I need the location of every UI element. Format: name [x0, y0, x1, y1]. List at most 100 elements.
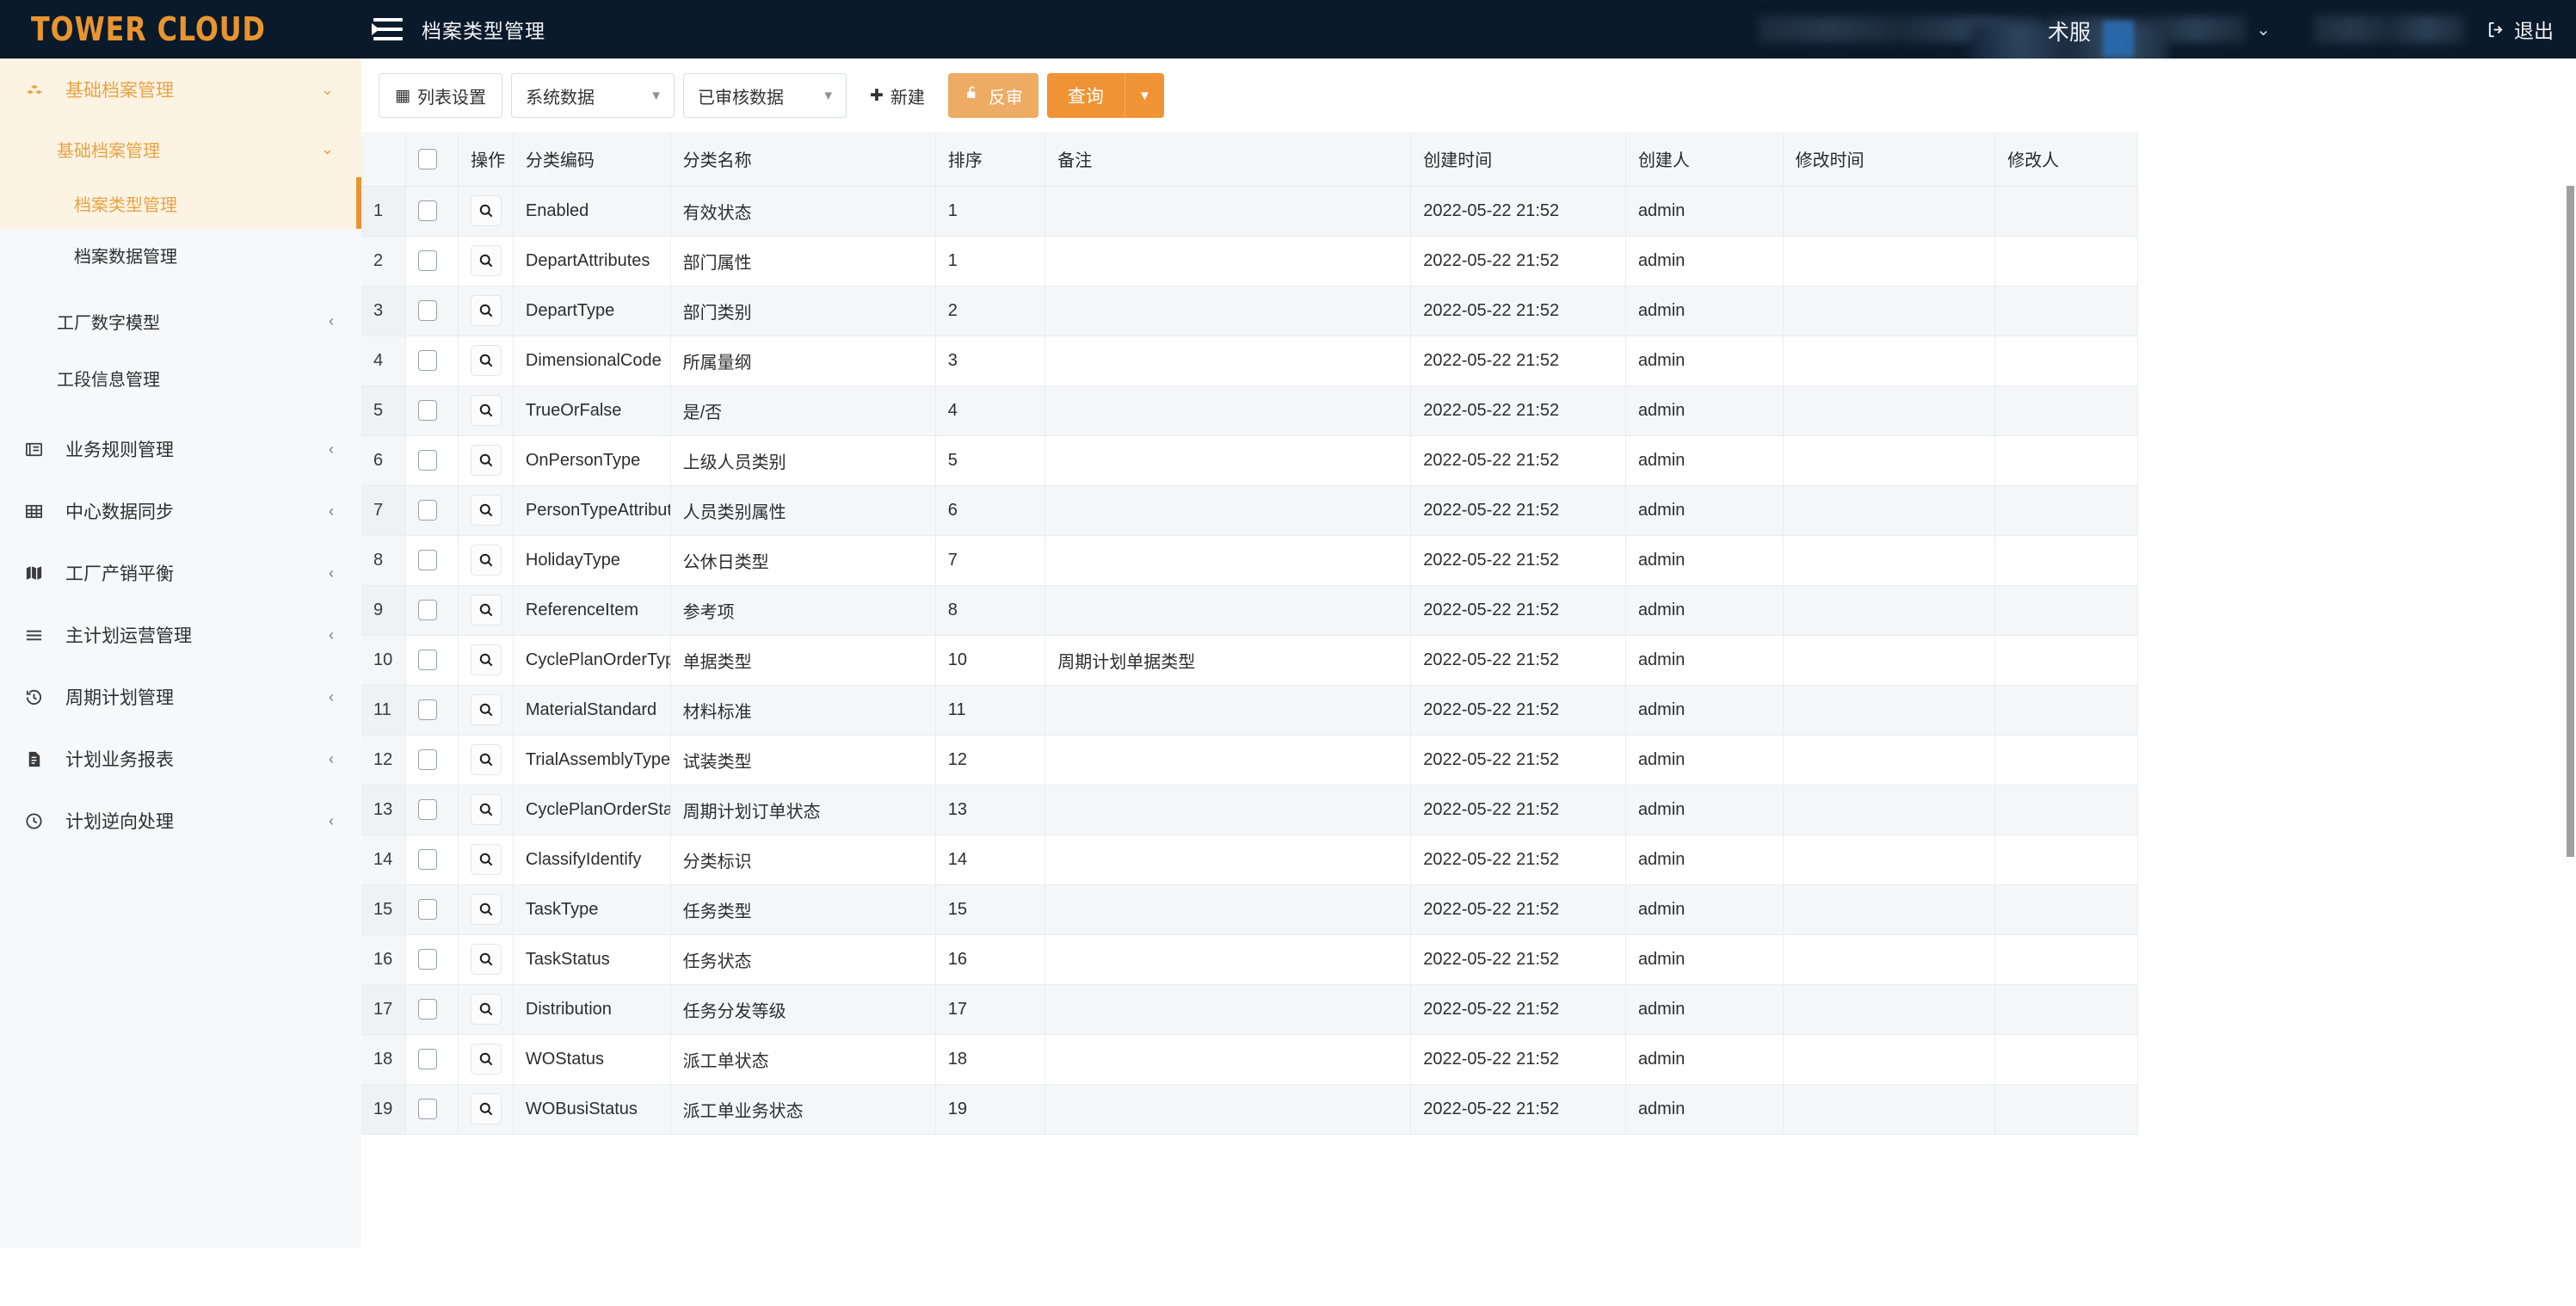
row-select-cell[interactable] — [405, 435, 459, 486]
select-all-checkbox[interactable] — [417, 148, 437, 169]
sidebar-item-master-plan-ops[interactable]: 主计划运营管理 ‹ — [0, 604, 361, 666]
sidebar-item-business-rules[interactable]: 业务规则管理 ‹ — [0, 418, 361, 480]
row-select-cell[interactable] — [405, 934, 459, 985]
sidebar-group-basic-archive[interactable]: 基础档案管理 ⌄ — [0, 59, 361, 120]
table-row[interactable]: 9 ReferenceItem 参考项 8 2022-05-22 21:52 admin — [361, 585, 2138, 636]
row-action-cell[interactable] — [458, 735, 514, 785]
view-detail-button[interactable] — [471, 594, 502, 625]
row-action-cell[interactable] — [458, 835, 514, 885]
unaudit-button[interactable]: 反审 — [947, 73, 1038, 118]
row-checkbox[interactable] — [417, 300, 437, 321]
row-select-cell[interactable] — [405, 385, 459, 436]
row-action-cell[interactable] — [458, 934, 514, 985]
row-checkbox[interactable] — [417, 999, 437, 1020]
row-checkbox[interactable] — [417, 550, 437, 570]
sidebar-item-plan-reverse-process[interactable]: 计划逆向处理 ‹ — [0, 790, 361, 852]
sidebar-item-workshop-info-mgmt[interactable]: 工段信息管理 — [0, 349, 361, 406]
view-detail-button[interactable] — [471, 295, 502, 326]
row-checkbox[interactable] — [417, 849, 437, 870]
row-checkbox[interactable] — [417, 899, 437, 920]
row-action-cell[interactable] — [458, 435, 514, 486]
row-action-cell[interactable] — [458, 984, 514, 1035]
view-detail-button[interactable] — [471, 894, 502, 925]
sidebar-item-factory-digital-model[interactable]: 工厂数字模型 ‹ — [0, 293, 361, 349]
table-row[interactable]: 13CyclePlanOrderStatus周期计划订单状态132022-05-… — [361, 785, 2138, 835]
view-detail-button[interactable] — [471, 1093, 502, 1124]
row-select-cell[interactable] — [405, 635, 459, 686]
sidebar-item-archive-data-mgmt[interactable]: 档案数据管理 — [0, 229, 361, 280]
view-detail-button[interactable] — [471, 794, 502, 825]
new-button[interactable]: ✚ 新建 — [854, 73, 940, 118]
row-action-cell[interactable] — [458, 585, 514, 636]
table-row[interactable]: 5 TrueOrFalse 是/否 4 2022-05-22 21:52 admin — [361, 385, 2138, 436]
sidebar-subgroup-basic-archive[interactable]: 基础档案管理 ⌄ — [0, 120, 361, 177]
view-detail-button[interactable] — [471, 694, 502, 725]
row-action-cell[interactable] — [458, 785, 514, 835]
view-detail-button[interactable] — [471, 195, 502, 226]
col-remark[interactable]: 备注 — [1045, 132, 1412, 187]
row-action-cell[interactable] — [458, 485, 514, 536]
table-vertical-scrollbar[interactable] — [2565, 186, 2576, 1306]
sidebar-item-center-data-sync[interactable]: 中心数据同步 ‹ — [0, 480, 361, 542]
table-row[interactable]: 2 DepartAttributes 部门属性 1 2022-05-22 21:52 ad… — [361, 236, 2138, 286]
row-action-cell[interactable] — [458, 1084, 514, 1135]
row-action-cell[interactable] — [458, 186, 514, 237]
row-checkbox[interactable] — [417, 799, 437, 820]
table-row[interactable]: 6 OnPersonType 上级人员类别 5 2022-05-22 21:52 admi… — [361, 435, 2138, 486]
row-checkbox[interactable] — [417, 250, 437, 271]
logout-button[interactable]: 退出 — [2487, 15, 2554, 44]
row-action-cell[interactable] — [458, 1034, 514, 1085]
table-row[interactable]: 18 WOStatus 派工单状态 18 2022-05-22 21:52 admin — [361, 1034, 2138, 1085]
table-row[interactable]: 7 PersonTypeAttributes人员类别属性6 2022-05-22 2… — [361, 485, 2138, 536]
view-detail-button[interactable] — [471, 245, 502, 276]
view-detail-button[interactable] — [471, 495, 502, 526]
table-row[interactable]: 14 ClassifyIdentify 分类标识 14 2022-05-22 21:52… — [361, 835, 2138, 885]
table-row[interactable]: 1 Enabled 有效状态 1 2022-05-22 21:52 admin — [361, 186, 2138, 237]
table-container[interactable]: 操作 分类编码 分类名称 排序 备注 创建时间 创建人 修改时间 修改人 1 En… — [361, 132, 2576, 1247]
row-action-cell[interactable] — [458, 385, 514, 436]
row-select-cell[interactable] — [405, 1034, 459, 1085]
table-row[interactable]: 3 DepartType 部门类别 2 2022-05-22 21:52 admin — [361, 286, 2138, 336]
row-select-cell[interactable] — [405, 286, 459, 336]
row-checkbox[interactable] — [417, 400, 437, 421]
row-select-cell[interactable] — [405, 785, 459, 835]
col-sort[interactable]: 排序 — [935, 132, 1046, 187]
view-detail-button[interactable] — [471, 644, 502, 675]
row-select-cell[interactable] — [405, 835, 459, 885]
sidebar-item-cycle-plan-mgmt[interactable]: 周期计划管理 ‹ — [0, 666, 361, 728]
row-checkbox[interactable] — [417, 699, 437, 720]
row-select-cell[interactable] — [405, 984, 459, 1035]
row-select-cell[interactable] — [405, 186, 459, 237]
col-created-at[interactable]: 创建时间 — [1410, 132, 1626, 187]
row-checkbox[interactable] — [417, 450, 437, 471]
hamburger-icon[interactable] — [372, 18, 403, 40]
row-checkbox[interactable] — [417, 650, 437, 670]
chevron-down-icon[interactable]: ⌄ — [2256, 19, 2271, 40]
row-select-cell[interactable] — [405, 735, 459, 785]
row-action-cell[interactable] — [458, 286, 514, 336]
table-row[interactable]: 12 TrialAssemblyType 试装类型 12 2022-05-22 21:5… — [361, 735, 2138, 785]
table-row[interactable]: 15 TaskType 任务类型 15 2022-05-22 21:52 admin — [361, 884, 2138, 935]
brand-logo[interactable]: TOWER CLOUD — [0, 0, 361, 59]
table-row[interactable]: 17 Distribution 任务分发等级 17 2022-05-22 21:52 ad… — [361, 984, 2138, 1035]
col-code[interactable]: 分类编码 — [513, 132, 671, 187]
view-detail-button[interactable] — [471, 345, 502, 376]
row-select-cell[interactable] — [405, 535, 459, 586]
row-checkbox[interactable] — [417, 350, 437, 371]
table-row[interactable]: 10 CyclePlanOrderType 单据类型 10 周期计划单据类型 2022-0… — [361, 635, 2138, 686]
row-select-cell[interactable] — [405, 485, 459, 536]
row-select-cell[interactable] — [405, 1084, 459, 1135]
list-settings-button[interactable]: ▦ 列表设置 — [379, 73, 502, 118]
sidebar-item-plan-business-report[interactable]: 计划业务报表 ‹ — [0, 728, 361, 790]
view-detail-button[interactable] — [471, 395, 502, 426]
view-detail-button[interactable] — [471, 994, 502, 1025]
col-created-by[interactable]: 创建人 — [1625, 132, 1784, 187]
scrollbar-thumb[interactable] — [2567, 186, 2574, 857]
row-select-cell[interactable] — [405, 236, 459, 286]
row-action-cell[interactable] — [458, 635, 514, 686]
view-detail-button[interactable] — [471, 844, 502, 875]
table-row[interactable]: 16 TaskStatus 任务状态 16 2022-05-22 21:52 admin — [361, 934, 2138, 985]
query-button[interactable]: 查询 — [1046, 73, 1125, 118]
row-action-cell[interactable] — [458, 884, 514, 935]
row-action-cell[interactable] — [458, 535, 514, 586]
